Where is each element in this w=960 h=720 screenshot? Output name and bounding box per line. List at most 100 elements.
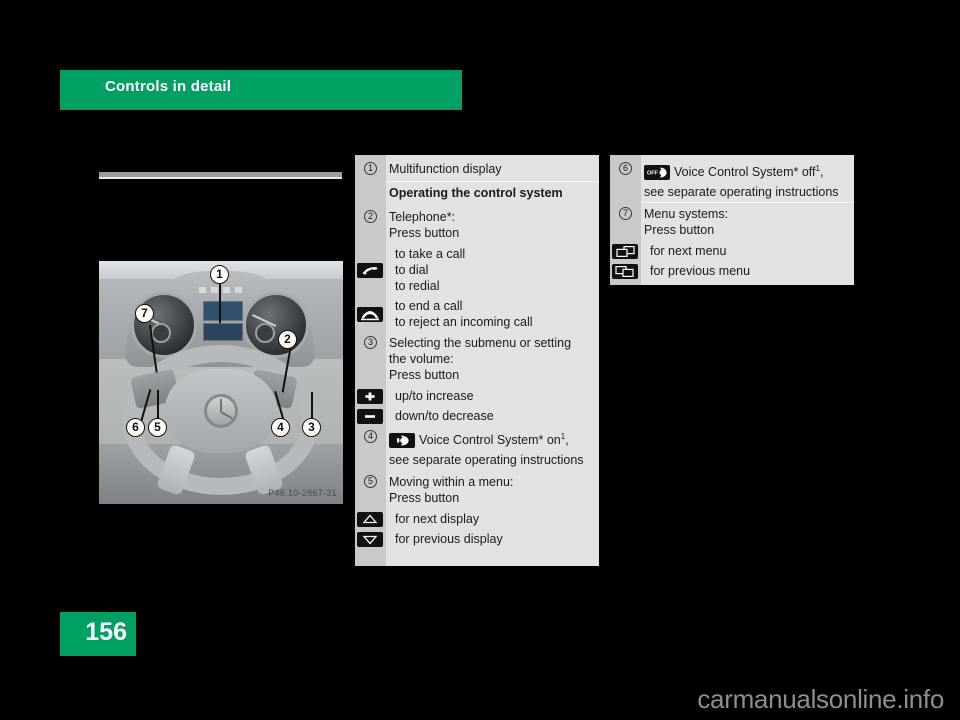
row-text-cell: Moving within a menu: Press button xyxy=(386,474,591,506)
row-line: to reject an incoming call xyxy=(395,315,533,329)
row-number-cell: 5 xyxy=(355,474,386,489)
callout-7: 7 xyxy=(135,304,154,323)
previous-menu-icon xyxy=(612,263,638,279)
control-list-row: 5 Moving within a menu: Press button xyxy=(355,471,599,509)
row-line: Press button xyxy=(389,226,460,240)
control-icon-row: for previous display xyxy=(355,529,599,549)
row-line: see separate operating instructions xyxy=(389,453,584,468)
icon-row-label: down/to decrease xyxy=(388,408,599,424)
figure-divider-rule xyxy=(99,172,342,179)
minus-icon xyxy=(357,408,383,424)
icon-cell xyxy=(610,243,643,259)
icon-row-label: to end a call to reject an incoming call xyxy=(388,298,599,330)
control-list-row: 4 Voice Control System* on1, see separate … xyxy=(355,426,599,471)
row-number-cell: 1 xyxy=(355,161,386,175)
multifunction-display-screen xyxy=(203,301,243,321)
row-line: down/to decrease xyxy=(395,409,494,423)
row-number-cell: 3 xyxy=(355,335,386,349)
svg-text:OFF: OFF xyxy=(647,171,658,177)
control-icon-row: down/to decrease xyxy=(355,406,599,426)
row-line: Multifunction display xyxy=(389,162,502,176)
row-text-cell: Selecting the submenu or setting the volu… xyxy=(386,335,591,383)
callout-6: 6 xyxy=(126,418,145,437)
figure-caption: P46.10-2867-31 xyxy=(268,488,337,498)
icon-row-label: for next display xyxy=(388,511,599,527)
control-icon-row: up/to increase xyxy=(355,386,599,406)
row-text-cell: Telephone*: Press button xyxy=(386,209,591,241)
icon-row-label: for next menu xyxy=(643,243,854,259)
row-line: Voice Control System* off1, xyxy=(674,164,824,180)
controls-list-panel-middle: 1 Multifunction display Operating the cont… xyxy=(355,155,599,566)
row-line: Moving within a menu: xyxy=(389,475,514,490)
telltale-lamps xyxy=(199,287,247,293)
voice-control-off-icon: OFF xyxy=(644,165,670,181)
row-line: for next display xyxy=(395,512,480,527)
row-line: to take a call xyxy=(395,247,466,261)
control-icon-row: to take a call to dial to redial xyxy=(355,244,599,296)
icon-cell xyxy=(355,262,388,278)
row-line: Telephone*: xyxy=(389,210,456,224)
callout-number-badge: 3 xyxy=(364,336,377,349)
row-line: up/to increase xyxy=(395,389,474,403)
callout-number-badge: 2 xyxy=(364,210,377,223)
icon-cell xyxy=(355,388,388,404)
callout-1: 1 xyxy=(210,265,229,284)
icon-row-label: to take a call to dial to redial xyxy=(388,246,599,294)
callout-number-badge: 1 xyxy=(364,162,377,175)
icon-cell xyxy=(355,408,388,424)
row-text-cell: Multifunction display xyxy=(386,161,591,177)
phone-receiver-lifted-icon xyxy=(357,262,383,278)
row-line: Press button xyxy=(644,223,715,238)
callout-number-badge: 5 xyxy=(364,475,377,489)
callout-3: 3 xyxy=(302,418,321,437)
site-watermark: carmanualsonline.info xyxy=(697,684,944,714)
control-list-row: Operating the control system xyxy=(355,182,599,206)
multifunction-display-lower xyxy=(203,323,243,341)
row-number-cell: 7 xyxy=(610,206,641,221)
mercedes-star-emblem xyxy=(204,394,238,428)
leader-line-1 xyxy=(219,280,221,323)
row-line: Voice Control System* on1, xyxy=(419,432,569,448)
callout-number-badge: 6 xyxy=(619,162,632,175)
row-line: Press button xyxy=(389,368,460,382)
callout-number-badge: 7 xyxy=(619,207,632,221)
row-number-cell xyxy=(355,185,386,186)
temperature-gauge xyxy=(255,323,275,343)
leader-line-3 xyxy=(311,392,313,420)
control-icon-row: for previous menu xyxy=(610,261,854,281)
callout-5: 5 xyxy=(148,418,167,437)
row-line: see separate operating instructions xyxy=(644,185,839,200)
arrow-up-icon xyxy=(357,511,383,527)
control-list-row: 1 Multifunction display xyxy=(355,155,599,182)
steering-wheel-photo: P46.10-2867-31 xyxy=(99,261,343,504)
next-menu-icon xyxy=(612,243,638,259)
row-line: the volume: xyxy=(389,352,454,366)
row-number-cell: 6 xyxy=(610,161,641,175)
control-icon-row: for next display xyxy=(355,509,599,529)
plus-icon xyxy=(357,388,383,404)
icon-cell xyxy=(355,306,388,322)
row-text-cell: Menu systems: Press button xyxy=(641,206,846,238)
fuel-gauge xyxy=(151,323,171,343)
row-line: for previous menu xyxy=(650,264,751,279)
icon-cell xyxy=(610,263,643,279)
page-number: 156 xyxy=(85,618,127,646)
callout-4: 4 xyxy=(271,418,290,437)
callout-2: 2 xyxy=(278,330,297,349)
callout-number-badge: 4 xyxy=(364,430,377,443)
row-line: to redial xyxy=(395,279,440,293)
row-line: for next menu xyxy=(650,244,727,259)
page-title: Controls in detail xyxy=(105,78,232,95)
row-number-cell: 4 xyxy=(355,429,386,443)
row-line: Operating the control system xyxy=(389,186,563,200)
icon-row-label: for previous display xyxy=(388,531,599,547)
voice-control-on-icon xyxy=(389,433,415,449)
control-icon-row: for next menu xyxy=(610,241,854,261)
row-text-cell: Operating the control system xyxy=(386,185,591,201)
phone-receiver-down-icon xyxy=(357,306,383,322)
arrow-down-icon xyxy=(357,531,383,547)
row-line: Menu systems: xyxy=(644,207,729,222)
control-list-row: 7 Menu systems: Press button xyxy=(610,203,854,241)
control-icon-row: to end a call to reject an incoming call xyxy=(355,296,599,332)
row-text-cell: Voice Control System* on1, see separate o… xyxy=(386,429,591,468)
